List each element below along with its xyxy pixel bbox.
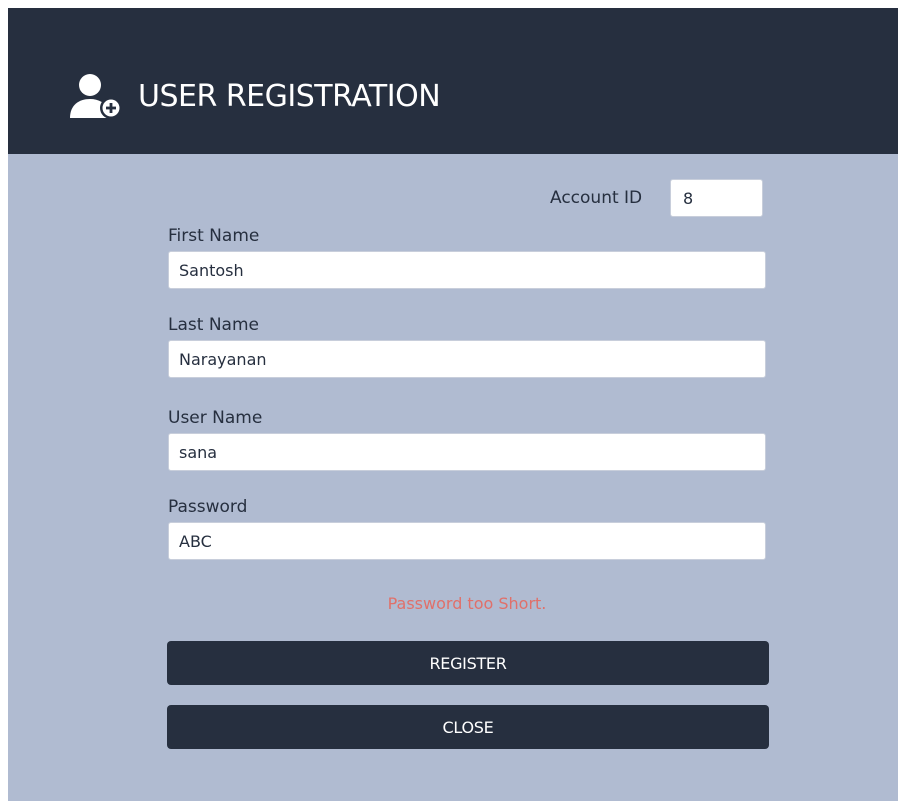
password-label: Password xyxy=(168,497,248,517)
user-name-label: User Name xyxy=(168,408,263,428)
window-title: USER REGISTRATION xyxy=(138,79,441,114)
registration-window: USER REGISTRATION Account ID First Name … xyxy=(8,8,898,801)
first-name-label: First Name xyxy=(168,226,260,246)
header-bar: USER REGISTRATION xyxy=(8,8,898,154)
account-id-field[interactable] xyxy=(670,179,763,217)
register-button[interactable]: REGISTER xyxy=(167,641,769,685)
password-field[interactable] xyxy=(168,522,766,560)
account-id-label: Account ID xyxy=(550,188,643,208)
last-name-field[interactable] xyxy=(168,340,766,378)
first-name-field[interactable] xyxy=(168,251,766,289)
user-name-field[interactable] xyxy=(168,433,766,471)
last-name-label: Last Name xyxy=(168,315,259,335)
close-button[interactable]: CLOSE xyxy=(167,705,769,749)
password-error-message: Password too Short. xyxy=(387,594,547,613)
add-user-icon xyxy=(70,74,122,119)
